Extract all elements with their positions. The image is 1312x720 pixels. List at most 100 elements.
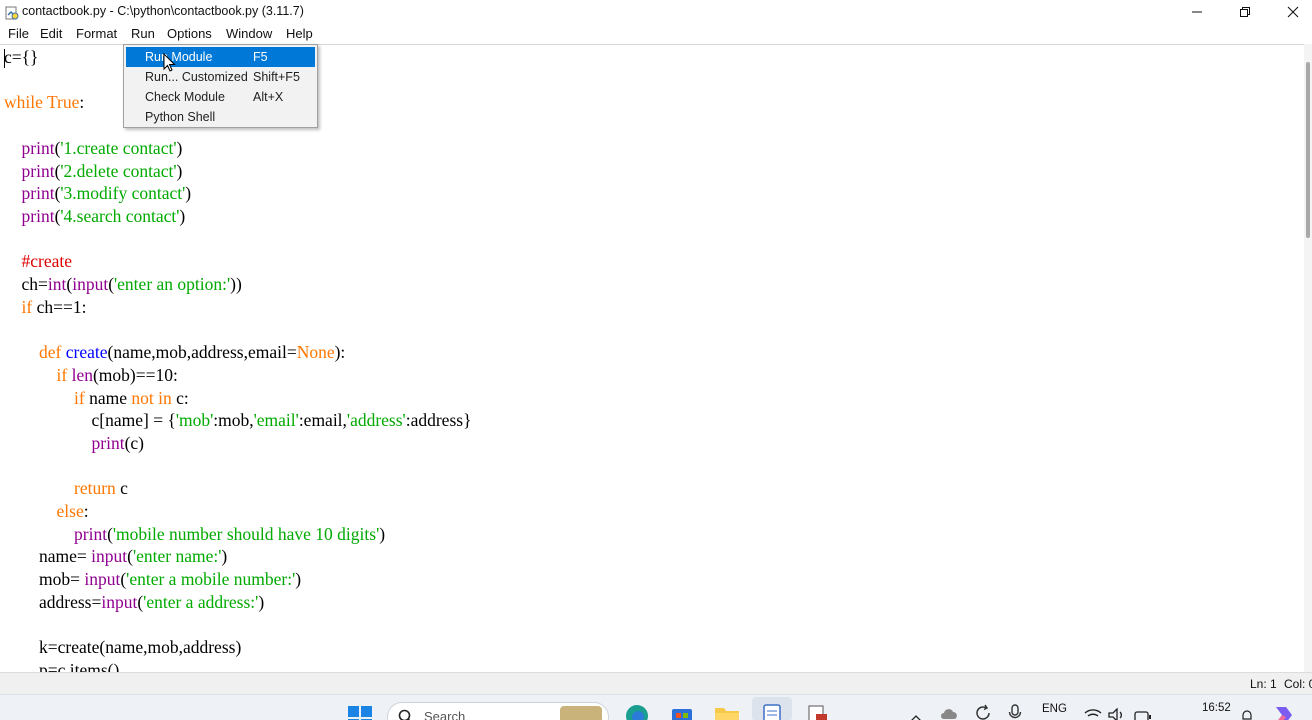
code-line: print('4.search contact') bbox=[4, 205, 186, 228]
code-token: create bbox=[65, 342, 108, 363]
code-line: p=c.items() bbox=[4, 659, 119, 672]
menu-options[interactable]: Options bbox=[167, 26, 212, 41]
vertical-scrollbar[interactable] bbox=[1304, 44, 1312, 672]
language-indicator[interactable]: ENG bbox=[1042, 703, 1067, 715]
code-line: mob= input('enter a mobile number:') bbox=[4, 568, 301, 591]
code-token: print bbox=[21, 160, 55, 181]
code-token: input bbox=[101, 591, 138, 612]
code-token: len bbox=[71, 364, 93, 385]
windows-start-icon[interactable] bbox=[347, 705, 373, 720]
code-line: if len(mob)==10: bbox=[4, 364, 178, 387]
speaker-icon[interactable] bbox=[1108, 707, 1126, 720]
code-line: if ch==1: bbox=[4, 296, 87, 319]
code-token: ) bbox=[176, 160, 183, 181]
code-token: :address} bbox=[405, 410, 472, 431]
code-token: ) bbox=[176, 137, 183, 158]
code-token: name bbox=[84, 387, 132, 408]
wifi-icon[interactable] bbox=[1084, 707, 1102, 720]
menu-item-label: Run... Customized bbox=[145, 70, 248, 84]
idle-editor-taskbar-button[interactable] bbox=[752, 697, 792, 720]
code-token: c[name] = { bbox=[4, 410, 176, 431]
code-token: '1.create contact' bbox=[60, 137, 177, 158]
code-line: else: bbox=[4, 500, 89, 523]
menu-help[interactable]: Help bbox=[286, 26, 313, 41]
python-app-icon[interactable] bbox=[806, 704, 830, 720]
taskbar: Search ENG 16:52 bbox=[0, 694, 1312, 720]
code-token: 'mob' bbox=[175, 410, 214, 431]
code-token: None bbox=[296, 342, 335, 363]
microphone-icon[interactable] bbox=[1008, 704, 1022, 720]
edge-browser-icon[interactable] bbox=[625, 704, 649, 720]
menu-window[interactable]: Window bbox=[226, 26, 272, 41]
search-highlight-image bbox=[560, 706, 602, 720]
battery-icon[interactable] bbox=[1134, 708, 1152, 720]
notification-bell-icon[interactable] bbox=[1240, 708, 1254, 720]
minimize-button[interactable] bbox=[1174, 0, 1220, 24]
code-line: #create bbox=[4, 250, 73, 273]
menu-edit[interactable]: Edit bbox=[40, 26, 62, 41]
code-token: (name,mob,address,email= bbox=[107, 342, 297, 363]
code-token: input bbox=[84, 569, 121, 590]
onedrive-icon[interactable] bbox=[940, 705, 960, 720]
code-token: :mob, bbox=[213, 410, 254, 431]
menu-file[interactable]: File bbox=[8, 26, 29, 41]
menu-run[interactable]: Run bbox=[131, 26, 155, 41]
scrollbar-thumb[interactable] bbox=[1306, 62, 1310, 238]
menu-item-python-shell[interactable]: Python Shell bbox=[126, 107, 315, 127]
code-token: ) bbox=[379, 523, 386, 544]
refresh-icon[interactable] bbox=[974, 704, 992, 720]
code-line: c[name] = {'mob':mob,'email':email,'addr… bbox=[4, 409, 472, 432]
taskbar-search-box[interactable]: Search bbox=[387, 702, 609, 720]
menu-item-run-customized[interactable]: Run... Customized Shift+F5 bbox=[126, 67, 315, 87]
code-line: print(c) bbox=[4, 432, 145, 455]
title-bar: contactbook.py - C:\python\contactbook.p… bbox=[0, 0, 1312, 24]
code-token: True bbox=[46, 92, 80, 113]
close-button[interactable] bbox=[1270, 0, 1312, 24]
code-token: print bbox=[74, 523, 108, 544]
code-line: def create(name,mob,address,email=None): bbox=[4, 341, 345, 364]
code-token: ) bbox=[258, 591, 265, 612]
code-token: : bbox=[79, 92, 85, 113]
code-token: if bbox=[21, 296, 33, 317]
code-token: c bbox=[115, 478, 128, 499]
code-token: ) bbox=[295, 569, 302, 590]
code-token: ch= bbox=[4, 274, 48, 294]
clock-time[interactable]: 16:52 bbox=[1202, 702, 1231, 714]
code-token: else bbox=[56, 501, 84, 521]
code-token: print bbox=[21, 183, 55, 204]
mouse-pointer-icon bbox=[163, 53, 176, 72]
copilot-icon[interactable] bbox=[1272, 705, 1294, 720]
chevron-up-icon[interactable] bbox=[910, 707, 922, 720]
code-token: input bbox=[91, 546, 128, 567]
file-explorer-icon[interactable] bbox=[714, 705, 740, 720]
menu-format[interactable]: Format bbox=[76, 26, 117, 41]
code-line: while True: bbox=[4, 91, 84, 114]
store-icon[interactable] bbox=[670, 704, 694, 720]
menu-item-shortcut: F5 bbox=[253, 50, 268, 64]
code-token: in bbox=[158, 387, 172, 408]
code-token: '4.search contact' bbox=[60, 205, 180, 226]
code-editor[interactable]: c={} while True: print('1.create contact'… bbox=[0, 44, 1304, 672]
code-line: c={} bbox=[4, 46, 38, 69]
maximize-button[interactable] bbox=[1222, 0, 1268, 24]
menu-item-shortcut: Shift+F5 bbox=[253, 70, 300, 84]
menu-item-check-module[interactable]: Check Module Alt+X bbox=[126, 87, 315, 107]
code-token: print bbox=[21, 137, 55, 158]
code-line: print('mobile number should have 10 digi… bbox=[4, 523, 385, 546]
code-token: input bbox=[72, 274, 109, 294]
restore-icon bbox=[1240, 7, 1250, 17]
code-token: if bbox=[74, 387, 85, 408]
status-bar: Ln: 1 Col: 0 bbox=[0, 672, 1312, 694]
menu-bar: File Edit Format Run Options Window Help bbox=[0, 24, 1312, 44]
code-token: print bbox=[21, 205, 55, 226]
menu-item-run-module[interactable]: Run Module F5 bbox=[126, 47, 315, 67]
code-token: 'enter name:' bbox=[132, 546, 222, 567]
run-menu-dropdown: Run Module F5 Run... Customized Shift+F5… bbox=[123, 44, 318, 128]
code-line: address=input('enter a address:') bbox=[4, 591, 264, 614]
code-token: (mob)==10: bbox=[92, 364, 178, 385]
